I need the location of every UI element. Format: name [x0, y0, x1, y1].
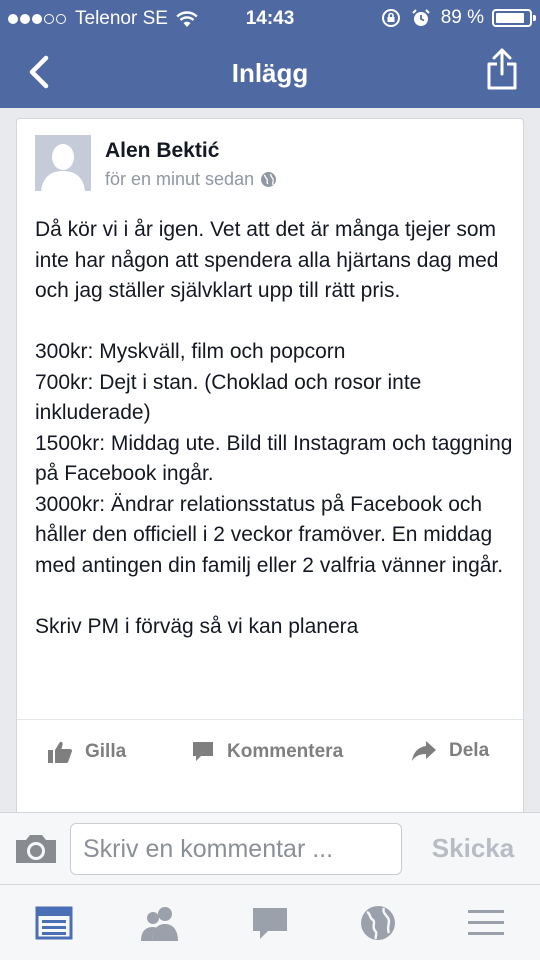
share-post-button[interactable]: Dela	[411, 740, 489, 762]
send-comment-button[interactable]: Skicka	[418, 833, 528, 864]
messages-icon[interactable]	[250, 903, 290, 943]
post-actions: Gilla Kommentera Dela	[17, 719, 523, 787]
post-author[interactable]: Alen Bektić	[105, 139, 219, 163]
comment-label: Kommentera	[227, 741, 344, 762]
menu-icon[interactable]	[466, 903, 506, 943]
navigation-bar: Inlägg	[0, 36, 540, 108]
status-bar: Telenor SE 14:43 89 %	[0, 0, 540, 36]
battery-fill	[496, 13, 525, 23]
camera-icon[interactable]	[14, 833, 58, 865]
rotation-lock-icon	[381, 9, 400, 27]
friends-icon[interactable]	[140, 903, 180, 943]
comment-bubble-icon	[193, 742, 213, 761]
alarm-icon	[411, 9, 430, 26]
post-timestamp[interactable]: för en minut sedan	[105, 169, 254, 190]
post-meta: för en minut sedan	[105, 169, 277, 190]
tab-bar	[0, 884, 540, 960]
battery-percent: 89 %	[440, 7, 484, 28]
battery-icon	[492, 9, 536, 27]
comment-input[interactable]	[70, 823, 402, 875]
default-avatar-icon	[35, 135, 91, 191]
page-title: Inlägg	[231, 58, 309, 88]
share-label: Dela	[449, 740, 490, 761]
like-label: Gilla	[85, 741, 127, 762]
globe-icon	[261, 172, 277, 187]
post-body: Då kör vi i år igen. Vet att det är mång…	[35, 218, 513, 638]
top-bar: Telenor SE 14:43 89 % Inlägg	[0, 0, 540, 108]
globe-icon[interactable]	[358, 903, 398, 943]
comment-bar: Skicka	[0, 812, 540, 884]
thumbs-up-icon	[48, 741, 72, 763]
comment-button[interactable]: Kommentera	[191, 740, 343, 764]
status-right: 89 %	[371, 7, 536, 29]
share-icon[interactable]	[484, 46, 520, 92]
news-feed-icon[interactable]	[34, 903, 74, 943]
avatar[interactable]	[35, 135, 91, 191]
post-card: Alen Bektić för en minut sedan Då kör vi…	[16, 118, 524, 838]
like-button[interactable]: Gilla	[47, 740, 126, 764]
share-arrow-icon	[412, 741, 436, 761]
